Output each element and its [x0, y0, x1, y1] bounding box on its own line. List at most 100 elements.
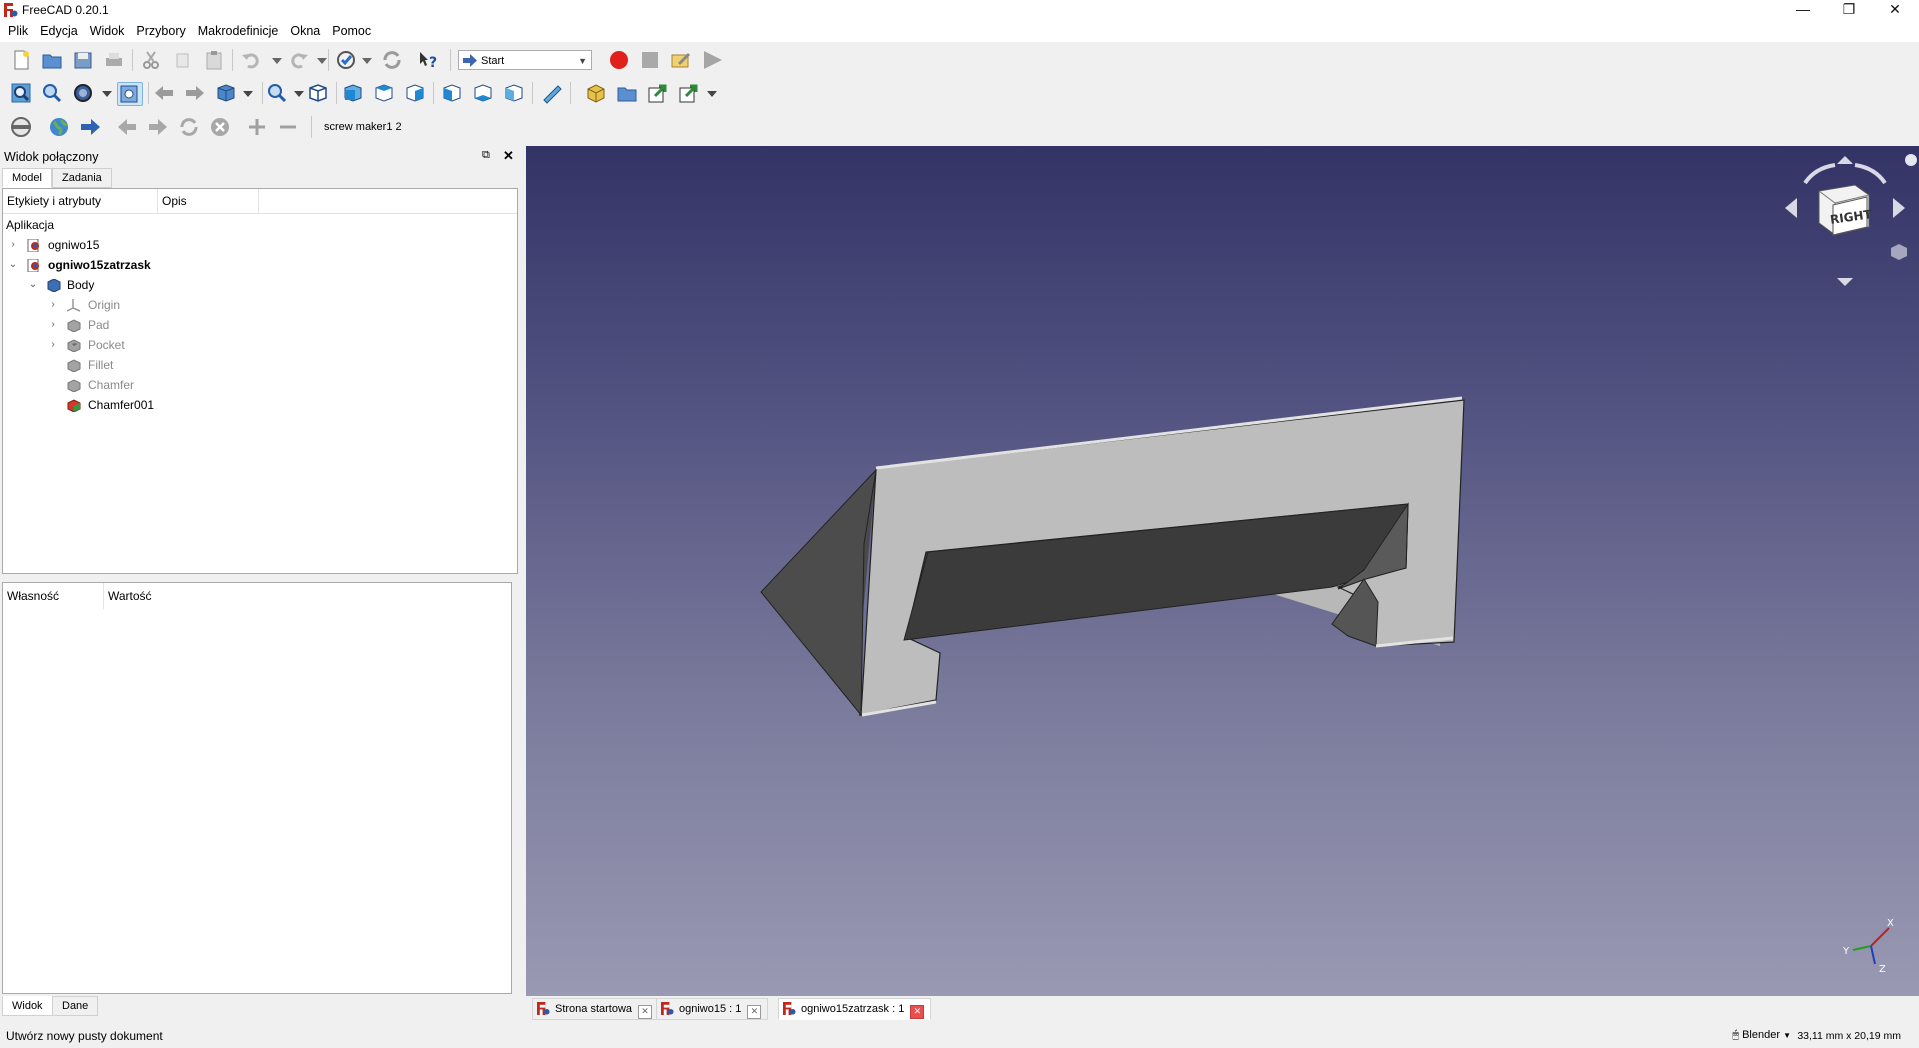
link-actions-icon[interactable]	[678, 82, 702, 104]
undo-icon[interactable]	[240, 49, 264, 71]
link-actions-dropdown-icon[interactable]	[701, 82, 725, 104]
nav-roll-right-icon[interactable]	[1854, 163, 1887, 185]
nav-rotate-up-icon[interactable]	[1837, 156, 1853, 164]
tab-zadania[interactable]: Zadania	[52, 168, 112, 188]
bounding-box-icon[interactable]	[117, 82, 143, 106]
view-rear-icon[interactable]	[441, 82, 465, 104]
view-forward-arrow-icon[interactable]	[184, 82, 208, 104]
close-tab-icon[interactable]: ✕	[910, 1005, 925, 1019]
workbench-label: Start	[481, 55, 505, 67]
run-macro-icon[interactable]	[701, 49, 725, 71]
3d-model[interactable]	[526, 146, 1919, 996]
print-icon[interactable]	[103, 49, 127, 71]
view-top-icon[interactable]	[373, 82, 397, 104]
zoom-icon[interactable]	[266, 82, 290, 104]
measure-distance-icon[interactable]	[540, 82, 564, 104]
stop-macro-icon[interactable]	[639, 49, 663, 71]
menu-plik[interactable]: Plik	[2, 20, 34, 42]
view-bottom-icon[interactable]	[472, 82, 496, 104]
edit-macro-icon[interactable]	[670, 49, 694, 71]
view-back-arrow-icon[interactable]	[153, 82, 177, 104]
property-header-name[interactable]: Własność	[3, 583, 104, 609]
view-left-icon[interactable]	[503, 82, 527, 104]
view-right-icon[interactable]	[404, 82, 428, 104]
whats-this-help-icon[interactable]: ?	[417, 49, 441, 71]
property-header-value[interactable]: Wartość	[104, 583, 228, 609]
tab-dane[interactable]: Dane	[52, 996, 99, 1016]
maximize-button[interactable]: ❐	[1826, 0, 1872, 20]
doc-tab-ogniwo15[interactable]: ogniwo15 : 1 ✕	[656, 998, 769, 1020]
web-go-arrow-icon[interactable]	[79, 116, 103, 138]
nav-view-menu-icon[interactable]	[1891, 244, 1907, 260]
recompute-dropdown-icon[interactable]	[356, 49, 380, 71]
web-home-icon[interactable]	[10, 116, 34, 138]
tab-model[interactable]: Model	[2, 168, 52, 188]
new-document-icon[interactable]	[10, 49, 34, 71]
tab-widok[interactable]: Widok	[2, 996, 53, 1016]
nav-cube-body[interactable]: RIGHT	[1818, 184, 1873, 236]
nav-rotate-right-icon[interactable]	[1893, 198, 1905, 218]
fit-selection-icon[interactable]	[41, 82, 65, 104]
redo-icon[interactable]	[288, 49, 312, 71]
menu-edycja[interactable]: Edycja	[34, 20, 84, 42]
web-next-icon[interactable]	[147, 116, 171, 138]
web-back-icon[interactable]	[116, 116, 140, 138]
close-window-button[interactable]: ✕	[1872, 0, 1918, 20]
workbench-selector[interactable]: Start ▼	[458, 50, 592, 70]
view-front-icon[interactable]	[342, 82, 366, 104]
chevron-down-icon[interactable]: ⌄	[27, 275, 39, 295]
std-views-dropdown-icon[interactable]	[237, 82, 261, 104]
nav-rotate-down-icon[interactable]	[1837, 278, 1853, 286]
menu-przybory[interactable]: Przybory	[130, 20, 191, 42]
undock-icon[interactable]: ⧉	[482, 149, 490, 162]
redo-dropdown-icon[interactable]	[311, 49, 335, 71]
tree-header-labels[interactable]: Etykiety i atrybuty	[3, 189, 158, 213]
nav-menu-icon[interactable]	[1905, 154, 1917, 166]
view-isometric-icon[interactable]	[307, 82, 331, 104]
web-zoom-in-icon[interactable]	[246, 116, 270, 138]
menu-okna[interactable]: Okna	[284, 20, 326, 42]
navigation-style-selector[interactable]: 🖱 Blender ▼	[1732, 1029, 1791, 1042]
chevron-right-icon[interactable]: ›	[47, 335, 59, 355]
undo-dropdown-icon[interactable]	[266, 49, 290, 71]
record-macro-icon[interactable]	[608, 49, 632, 71]
chevron-down-icon[interactable]: ⌄	[7, 255, 19, 275]
paste-icon[interactable]	[203, 49, 227, 71]
web-refresh-icon[interactable]	[178, 116, 202, 138]
web-toolbar: screw maker1 2	[0, 112, 1919, 142]
menu-widok[interactable]: Widok	[84, 20, 131, 42]
minimize-button[interactable]: —	[1780, 0, 1826, 20]
title-bar: FreeCAD 0.20.1 — ❐ ✕	[0, 0, 1919, 20]
refresh-icon[interactable]	[381, 49, 405, 71]
tree-item-label: Pocket	[88, 338, 125, 352]
nav-rotate-left-icon[interactable]	[1785, 198, 1797, 218]
doc-tab-start[interactable]: Strona startowa ✕	[532, 998, 660, 1020]
nav-roll-left-icon[interactable]	[1803, 163, 1836, 185]
macro-shortcut-label[interactable]: screw maker1 2	[324, 121, 402, 133]
doc-tab-ogniwo15zatrzask[interactable]: ogniwo15zatrzask : 1 ✕	[778, 998, 932, 1020]
close-panel-icon[interactable]: ✕	[503, 148, 514, 164]
navigation-cube[interactable]: RIGHT	[1775, 148, 1919, 288]
web-zoom-out-icon[interactable]	[277, 116, 301, 138]
close-tab-icon[interactable]: ✕	[747, 1005, 762, 1019]
save-document-icon[interactable]	[72, 49, 96, 71]
create-part-icon[interactable]	[585, 82, 609, 104]
chevron-right-icon[interactable]: ›	[47, 295, 59, 315]
tree-header-description[interactable]: Opis	[158, 189, 259, 213]
copy-icon[interactable]	[172, 49, 196, 71]
draw-style-icon[interactable]	[72, 82, 96, 104]
web-globe-icon[interactable]	[48, 116, 72, 138]
close-tab-icon[interactable]: ✕	[638, 1005, 653, 1019]
3d-viewport[interactable]: RIGHT X Y Z	[526, 146, 1919, 996]
menu-pomoc[interactable]: Pomoc	[326, 20, 377, 42]
chevron-right-icon[interactable]: ›	[7, 235, 19, 255]
std-views-icon[interactable]	[215, 82, 239, 104]
chevron-right-icon[interactable]: ›	[47, 315, 59, 335]
cut-icon[interactable]	[140, 49, 164, 71]
create-group-icon[interactable]	[616, 82, 640, 104]
make-link-icon[interactable]	[647, 82, 671, 104]
menu-makrodefinicje[interactable]: Makrodefinicje	[192, 20, 285, 42]
fit-all-icon[interactable]	[10, 82, 34, 104]
open-document-icon[interactable]	[41, 49, 65, 71]
web-stop-icon[interactable]	[209, 116, 233, 138]
